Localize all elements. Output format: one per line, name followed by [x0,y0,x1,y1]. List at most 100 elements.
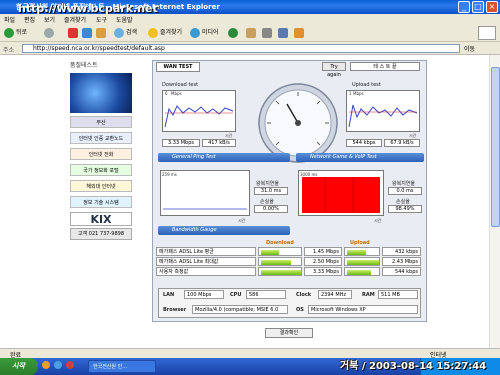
close-button[interactable]: × [486,1,498,13]
try-again-button[interactable]: Try again [322,62,346,78]
bandwidth-ul-bar [347,260,379,265]
bandwidth-ul-bar [347,250,367,255]
sidebar-title: 품질테스트 [70,62,98,69]
go-button[interactable]: 이동 [464,44,475,53]
home-button[interactable] [96,27,108,39]
bandwidth-row-label: 메가패스 ADSL Lite 평균 [156,247,256,256]
banner-busan[interactable]: 부산 [70,116,132,128]
upload-kbs: 67.9 kB/s [384,139,420,147]
messenger-button[interactable] [294,27,306,39]
address-bar: 주소 http://speed.nca.or.kr/speedtest/defa… [0,42,500,55]
bandwidth-header: Bandwidth Gauge [158,226,290,235]
bandwidth-ul-value: 432 kbps [382,247,421,256]
bandwidth-row-label: 사용자 측정값 [156,267,256,276]
download-mbps: 3.33 Mbps [162,139,200,147]
game-xlabel: 시간 [374,218,382,223]
ping-loss-label: 손실율 [260,199,274,205]
scrollbar-thumb[interactable] [491,67,500,227]
back-button[interactable]: 뒤로 [4,27,27,39]
download-graph-svg [164,105,234,128]
upload-title: Upload test [352,82,381,88]
stop-button[interactable] [68,27,80,39]
ie-icon[interactable] [42,361,50,369]
star-icon [148,27,158,38]
download-line [164,105,234,128]
favorites-button[interactable]: 즐겨찾기 [148,27,182,39]
forward-arrow-icon [44,27,54,38]
globe-banner[interactable] [70,73,132,113]
banner-it-system[interactable]: 정보 기술 시스템 [70,196,132,208]
edit-button[interactable] [278,27,290,39]
menu-file[interactable]: 파일 [4,15,15,24]
address-label: 주소 [3,47,15,54]
banner-exchange-node[interactable]: 인터넷 인증 교환노드 [70,132,132,144]
bandwidth-ul-track [344,247,380,256]
os-value: Microsoft Windows XP [308,305,418,314]
start-button[interactable]: 시작 [0,358,38,375]
browser-label: Browser [163,307,187,313]
bandwidth-col-upload: Upload [350,240,370,246]
banner-overseas[interactable]: 해외대 인터넷 [70,180,132,192]
mail-button[interactable] [246,27,258,39]
home-icon [96,27,106,38]
ping-ytop: 259 ms [162,172,177,177]
clock-value: 2394 MHz [318,290,352,299]
media-button[interactable]: 미디어 [190,27,219,39]
banner-internet-phone[interactable]: 인터넷 전화 [70,148,132,160]
bandwidth-ul-track [344,257,380,266]
cpu-label: CPU [230,292,242,298]
download-title: Download test [162,82,199,88]
address-input[interactable]: http://speed.nca.or.kr/speedtest/default… [22,44,460,53]
game-loss-value: 98.49% [388,205,422,213]
menu-help[interactable]: 도움말 [116,15,133,24]
menu-edit[interactable]: 편집 [24,15,35,24]
speed-gauge [258,83,338,163]
forward-button[interactable] [44,27,56,39]
ping-loss-value: 0.00% [254,205,288,213]
minimize-button[interactable]: _ [458,1,470,13]
ping-xlabel: 시간 [238,218,246,223]
game-ytop: 3000 ms [300,172,318,177]
test-status: 테 스 트 끝 [350,62,420,71]
game-delay-value: 0.0 ms [388,187,422,195]
bandwidth-dl-track [258,257,302,266]
upload-kbps: 544 kbps [346,139,382,147]
menu-tools[interactable]: 도구 [96,15,107,24]
search-button[interactable]: 검색 [114,27,137,39]
back-arrow-icon [4,27,14,38]
bandwidth-dl-value: 2.50 Mbps [304,257,342,266]
bandwidth-dl-value: 3.33 Mbps [304,267,342,276]
print-button[interactable] [262,27,274,39]
menu-favorites[interactable]: 즐겨찾기 [64,15,86,24]
tab-wan-test[interactable]: WAN TEST [156,62,200,72]
download-ytop: 6 [165,91,168,96]
ram-value: 511 MB [378,290,418,299]
ping-graph-svg [163,208,247,210]
history-button[interactable] [228,27,240,39]
download-kbs: 417 kB/s [202,139,236,147]
history-icon [228,27,238,38]
maximize-button[interactable]: □ [472,1,484,13]
bandwidth-ul-track [344,267,380,276]
vertical-scrollbar[interactable] [489,55,500,348]
ping-delay-label: 왕복지연율 [256,181,280,187]
search-icon [114,27,124,38]
desktop-icon[interactable] [53,361,62,369]
bandwidth-ul-value: 2.43 Mbps [382,257,421,266]
bandwidth-row: 메가패스 ADSL Lite 평균 1.45 Mbps 432 kbps [156,247,421,256]
windows-logo-icon [478,26,496,40]
result-check-button[interactable]: 결과확인 [265,328,313,338]
refresh-button[interactable] [82,27,94,39]
stop-icon [68,27,78,38]
media-player-icon[interactable] [65,361,74,369]
menu-view[interactable]: 보기 [44,15,55,24]
bandwidth-row-label: 메가패스 ADSL Lite 최대값 [156,257,256,266]
taskbar-item-browser[interactable]: 한국전산원 인... [88,360,156,373]
cpu-value: 586 [246,290,286,299]
download-graph [162,90,236,132]
game-test-header: Network Game & VoIP Test [296,153,424,162]
banner-portal[interactable]: 국가 정보화 포털 [70,164,132,176]
bandwidth-ul-bar [347,270,371,275]
kix-logo[interactable]: KIX [70,212,132,226]
ram-label: RAM [362,292,375,298]
